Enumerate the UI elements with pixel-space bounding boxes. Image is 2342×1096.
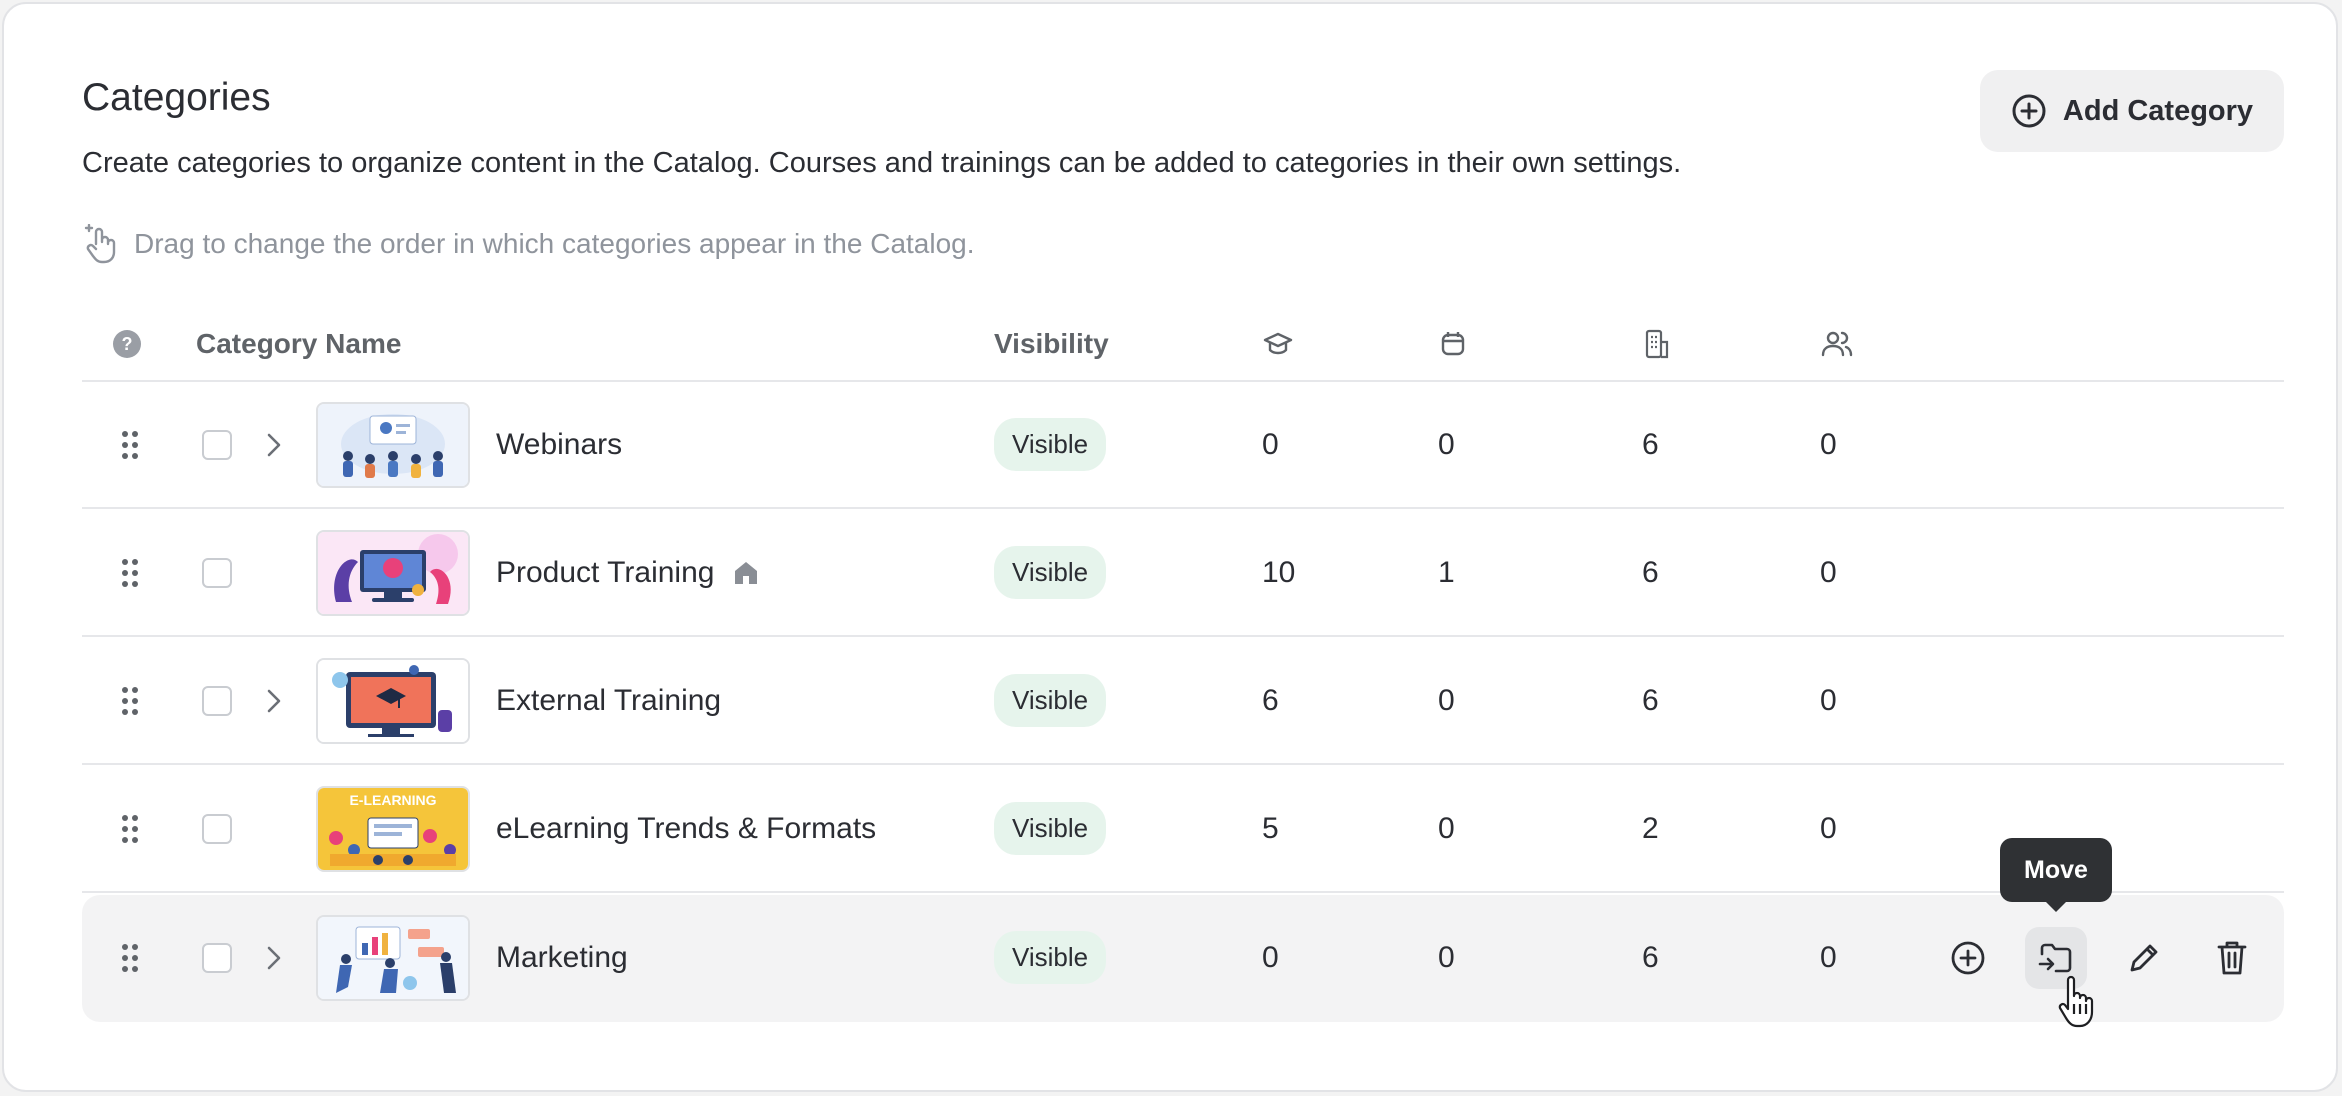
drag-handle-icon[interactable] [118,895,142,1020]
category-name-text: Webinars [496,427,623,461]
help-icon[interactable]: ? [112,310,142,378]
courses-count: 0 [1262,427,1279,461]
page-description: Create categories to organize content in… [82,147,1682,179]
home-icon [732,559,760,587]
courses-count: 0 [1262,940,1279,974]
courses-count: 5 [1262,811,1279,845]
courses-count: 10 [1262,555,1296,589]
trash-icon [2217,941,2247,975]
courses-count: 6 [1262,683,1279,717]
chevron-right-icon[interactable] [266,382,282,507]
chevron-right-icon[interactable] [266,638,282,763]
chevron-right-icon[interactable] [266,895,282,1020]
category-thumbnail [316,658,470,744]
drag-handle-icon[interactable] [118,766,142,891]
status-badge: Visible [994,418,1107,471]
users-count: 0 [1820,555,1837,589]
plus-circle-icon [1951,941,1985,975]
workspaces-count: 6 [1642,940,1659,974]
status-badge: Visible [994,546,1107,599]
status-badge: Visible [994,674,1107,727]
users-count: 0 [1820,683,1837,717]
drag-hint: Drag to change the order in which catego… [82,224,975,264]
pencil-icon [2130,944,2158,972]
table-row[interactable]: External Training Visible 6 0 6 0 [82,638,2284,765]
table-header: ? Category Name Visibility [82,310,2284,382]
category-thumbnail [316,915,470,1001]
category-name-text: Marketing [496,940,628,974]
edit-button[interactable] [2113,927,2175,989]
status-badge: Visible [994,802,1107,855]
category-name-text: External Training [496,683,722,717]
status-badge: Visible [994,931,1107,984]
users-count: 0 [1820,811,1837,845]
plus-circle-icon [2012,94,2046,128]
category-name[interactable]: Webinars [496,382,622,507]
table-row[interactable]: Product Training Visible 10 1 6 0 [82,510,2284,637]
drag-hand-icon [84,224,116,264]
category-name-text: Product Training [496,555,715,589]
row-checkbox[interactable] [202,895,232,1020]
visibility-cell: Visible [994,382,1107,507]
delete-button[interactable] [2201,927,2263,989]
add-subcategory-button[interactable] [1937,927,1999,989]
hand-cursor-icon [2058,974,2094,1035]
row-checkbox[interactable] [202,638,232,763]
row-checkbox[interactable] [202,510,232,635]
workspaces-count: 2 [1642,811,1659,845]
move-tooltip: Move [2000,838,2112,912]
category-name[interactable]: External Training [496,638,721,763]
workspaces-count: 6 [1642,427,1659,461]
events-count: 0 [1438,811,1455,845]
workspaces-count: 6 [1642,683,1659,717]
row-checkbox[interactable] [202,382,232,507]
categories-panel: Categories Create categories to organize… [2,2,2338,1092]
graduation-cap-icon[interactable] [1262,310,1294,378]
table-row[interactable]: E-LEARNING eLearning Trends & Formats Vi… [82,766,2284,893]
events-count: 0 [1438,427,1455,461]
move-folder-icon [2038,943,2072,973]
category-name-text: eLearning Trends & Formats [496,811,877,845]
thumbnail-text: E-LEARNING [349,792,436,808]
events-count: 0 [1438,940,1455,974]
visibility-cell: Visible [994,510,1107,635]
drag-handle-icon[interactable] [118,510,142,635]
visibility-cell: Visible [994,766,1107,891]
add-category-label: Add Category [2062,94,2254,127]
column-category-name[interactable]: Category Name [196,310,401,378]
drag-hint-text: Drag to change the order in which catego… [134,228,975,259]
workspaces-count: 6 [1642,555,1659,589]
calendar-icon[interactable] [1438,310,1468,378]
table-row[interactable]: Marketing Visible 0 0 6 0 [82,895,2284,1022]
visibility-cell: Visible [994,895,1107,1020]
drag-handle-icon[interactable] [118,382,142,507]
users-icon[interactable] [1820,310,1854,378]
page-title: Categories [82,76,271,119]
events-count: 0 [1438,683,1455,717]
category-thumbnail [316,530,470,616]
column-visibility[interactable]: Visibility [994,310,1109,378]
category-thumbnail: E-LEARNING [316,786,470,872]
add-category-button[interactable]: Add Category [1980,70,2284,152]
events-count: 1 [1438,555,1455,589]
row-checkbox[interactable] [202,766,232,891]
table-row[interactable]: Webinars Visible 0 0 6 0 [82,382,2284,509]
users-count: 0 [1820,940,1837,974]
visibility-cell: Visible [994,638,1107,763]
svg-text:?: ? [122,334,133,354]
users-count: 0 [1820,427,1837,461]
category-thumbnail [316,402,470,488]
category-name[interactable]: Product Training [496,510,760,635]
category-name[interactable]: eLearning Trends & Formats [496,766,876,891]
building-icon[interactable] [1642,310,1672,378]
category-name[interactable]: Marketing [496,895,628,1020]
drag-handle-icon[interactable] [118,638,142,763]
